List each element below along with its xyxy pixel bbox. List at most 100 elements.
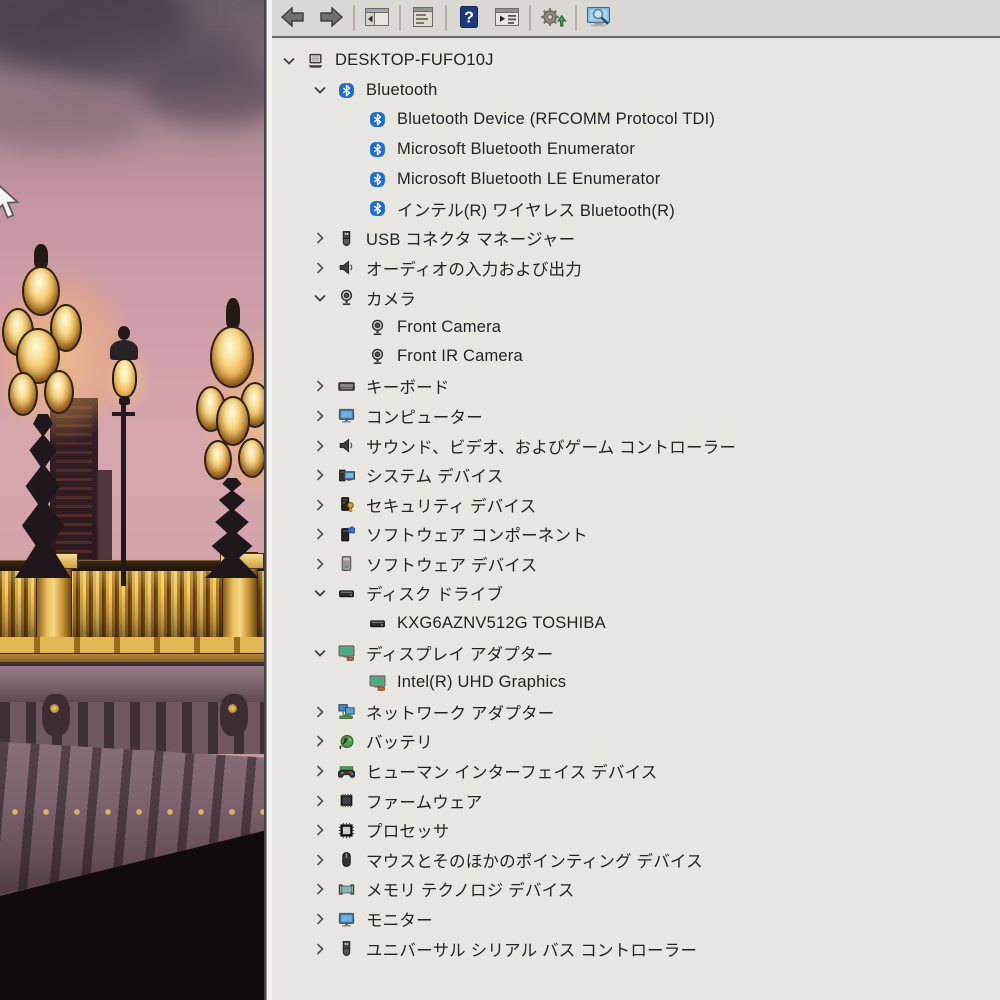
device-tree[interactable]: DESKTOP-FUFO10J Bluetooth Bluetooth Device… xyxy=(272,40,1000,1000)
chevron-right-icon[interactable] xyxy=(311,792,328,809)
properties-button[interactable] xyxy=(405,2,441,34)
tree-item[interactable]: Bluetooth Device (RFCOMM Protocol TDI) xyxy=(272,105,1000,135)
chevron-down-icon[interactable] xyxy=(311,644,328,661)
tree-item-label: バッテリ xyxy=(366,734,433,753)
mouse-icon xyxy=(337,851,356,868)
chevron-right-icon[interactable] xyxy=(311,437,328,454)
chevron-right-icon[interactable] xyxy=(311,733,328,750)
chevron-down-icon[interactable] xyxy=(311,585,328,602)
chevron-right-icon[interactable] xyxy=(311,526,328,543)
chevron-right-icon[interactable] xyxy=(311,378,328,395)
tree-item-label: ソフトウェア デバイス xyxy=(366,556,538,575)
chevron-right-icon[interactable] xyxy=(311,467,328,484)
tree-item[interactable]: マウスとそのほかのポインティング デバイス xyxy=(272,845,1000,875)
chevron-right-icon[interactable] xyxy=(311,496,328,513)
bluetooth-icon xyxy=(368,171,387,188)
tree-item[interactable]: Microsoft Bluetooth LE Enumerator xyxy=(272,164,1000,194)
tree-item[interactable]: USB コネクタ マネージャー xyxy=(272,224,1000,254)
battery-icon xyxy=(337,733,356,750)
chevron-right-icon[interactable] xyxy=(311,851,328,868)
chevron-down-icon[interactable] xyxy=(280,52,297,69)
tree-item[interactable]: ネットワーク アダプター xyxy=(272,697,1000,727)
tree-item[interactable]: ヒューマン インターフェイス デバイス xyxy=(272,756,1000,786)
tree-item[interactable]: サウンド、ビデオ、およびゲーム コントローラー xyxy=(272,431,1000,461)
tree-item[interactable]: セキュリティ デバイス xyxy=(272,490,1000,520)
toolbar-properties-icon xyxy=(409,5,437,32)
tree-item[interactable]: メモリ テクノロジ デバイス xyxy=(272,875,1000,905)
system-devices-icon xyxy=(337,467,356,484)
tree-item[interactable]: カメラ xyxy=(272,283,1000,313)
bluetooth-icon xyxy=(368,200,387,217)
tree-item[interactable]: バッテリ xyxy=(272,727,1000,757)
lamppost-finial xyxy=(118,326,130,340)
memory-icon xyxy=(337,881,356,898)
toolbar-back-icon xyxy=(279,5,307,32)
tree-item-label: Bluetooth xyxy=(366,80,438,99)
chevron-right-icon[interactable] xyxy=(311,703,328,720)
tree-item[interactable]: モニター xyxy=(272,904,1000,934)
tree-item-label: ユニバーサル シリアル バス コントローラー xyxy=(366,941,698,960)
tree-item[interactable]: DESKTOP-FUFO10J xyxy=(272,46,1000,76)
tree-item[interactable]: ファームウェア xyxy=(272,786,1000,816)
window-left-border xyxy=(264,0,272,1000)
toolbar-separator xyxy=(445,5,447,31)
tree-item[interactable]: ユニバーサル シリアル バス コントローラー xyxy=(272,934,1000,964)
tree-item-label: コンピューター xyxy=(366,408,483,427)
tree-item[interactable]: ソフトウェア コンポーネント xyxy=(272,520,1000,550)
software-device-icon xyxy=(337,555,356,572)
tree-item-label: サウンド、ビデオ、およびゲーム コントローラー xyxy=(366,438,737,457)
toolbar-help-icon: ? xyxy=(455,5,483,32)
tree-item[interactable]: Microsoft Bluetooth Enumerator xyxy=(272,135,1000,165)
device-manager-window: ? DESKTOP-FUFO10J Bluetooth Bluetooth Devi… xyxy=(272,0,1000,1000)
tree-item-label: Microsoft Bluetooth LE Enumerator xyxy=(397,169,661,188)
tree-item[interactable]: コンピューター xyxy=(272,401,1000,431)
update-driver-button[interactable] xyxy=(535,2,571,34)
firmware-icon xyxy=(337,792,356,809)
tree-item[interactable]: ソフトウェア デバイス xyxy=(272,549,1000,579)
tree-item-label: モニター xyxy=(366,912,433,931)
toolbar: ? xyxy=(272,0,1000,38)
tree-item[interactable]: プロセッサ xyxy=(272,815,1000,845)
chevron-right-icon[interactable] xyxy=(311,822,328,839)
chevron-right-icon[interactable] xyxy=(311,259,328,276)
tree-item[interactable]: ディスプレイ アダプター xyxy=(272,638,1000,668)
tree-item[interactable]: システム デバイス xyxy=(272,460,1000,490)
tree-item-label: USB コネクタ マネージャー xyxy=(366,231,576,250)
back-button[interactable] xyxy=(275,2,311,34)
chevron-right-icon[interactable] xyxy=(311,555,328,572)
tree-item-label: システム デバイス xyxy=(366,468,504,487)
help-button[interactable]: ? xyxy=(451,2,487,34)
chevron-down-icon[interactable] xyxy=(311,289,328,306)
tree-item[interactable]: Front IR Camera xyxy=(272,342,1000,372)
action-pane-button[interactable] xyxy=(489,2,525,34)
chevron-down-icon[interactable] xyxy=(311,82,328,99)
chevron-right-icon[interactable] xyxy=(311,940,328,957)
lamp-glass xyxy=(112,358,137,398)
tree-item[interactable]: Front Camera xyxy=(272,312,1000,342)
chevron-right-icon[interactable] xyxy=(311,763,328,780)
tree-item[interactable]: ディスク ドライブ xyxy=(272,579,1000,609)
chevron-right-icon[interactable] xyxy=(311,881,328,898)
tree-item[interactable]: キーボード xyxy=(272,372,1000,402)
chevron-right-icon[interactable] xyxy=(311,911,328,928)
tree-item[interactable]: オーディオの入力および出力 xyxy=(272,253,1000,283)
tree-item[interactable]: KXG6AZNV512G TOSHIBA xyxy=(272,608,1000,638)
tree-item[interactable]: Bluetooth xyxy=(272,76,1000,106)
chevron-right-icon[interactable] xyxy=(311,230,328,247)
scan-hardware-button[interactable] xyxy=(581,2,617,34)
tree-item-label: セキュリティ デバイス xyxy=(366,497,537,516)
lamp-globe xyxy=(8,372,38,416)
toolbar-separator xyxy=(575,5,577,31)
balustrade-plinths xyxy=(0,637,264,653)
console-tree-button[interactable] xyxy=(359,2,395,34)
tree-item[interactable]: インテル(R) ワイヤレス Bluetooth(R) xyxy=(272,194,1000,224)
lamppost-finial xyxy=(226,298,240,328)
bluetooth-icon xyxy=(368,141,387,158)
chevron-right-icon[interactable] xyxy=(311,407,328,424)
forward-button[interactable] xyxy=(313,2,349,34)
tree-item[interactable]: Intel(R) UHD Graphics xyxy=(272,667,1000,697)
tree-item-label: Intel(R) UHD Graphics xyxy=(397,672,567,691)
